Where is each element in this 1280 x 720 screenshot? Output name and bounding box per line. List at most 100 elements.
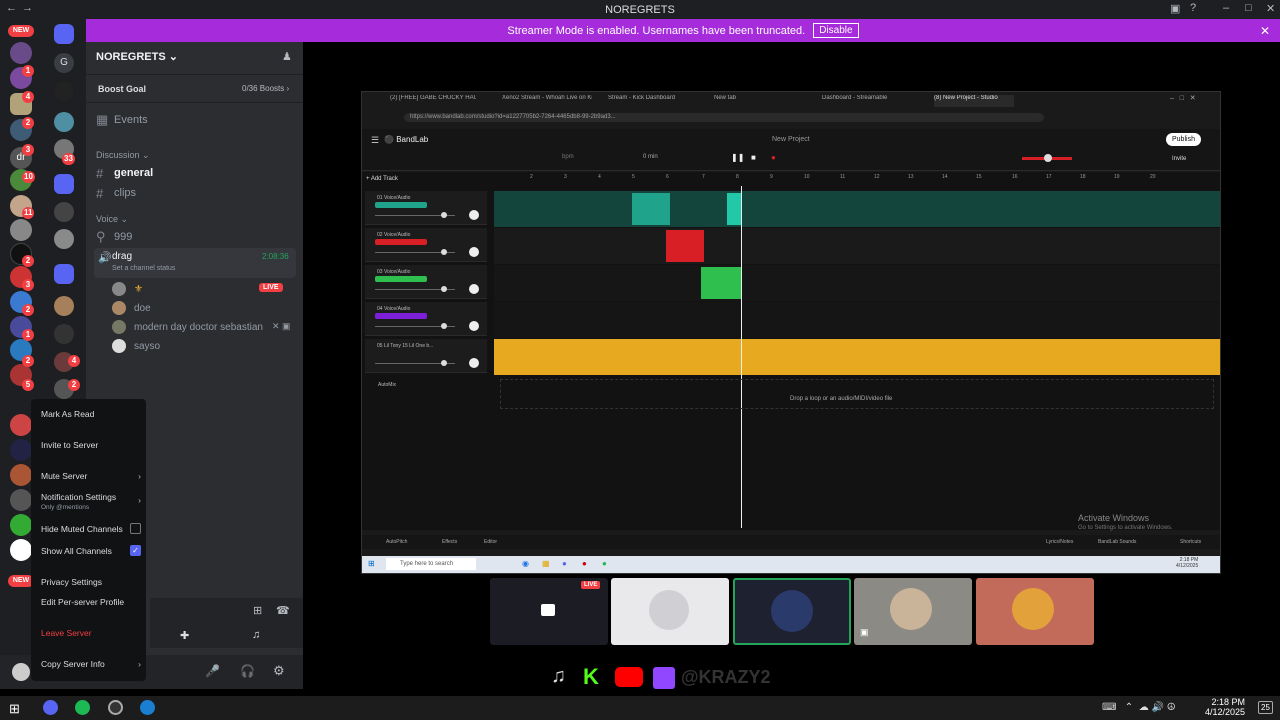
- system-clock[interactable]: 2:18 PM 4/12/2025: [1205, 697, 1245, 717]
- menu-notification-settings[interactable]: Notification Settings Only @mentions ›: [41, 492, 141, 511]
- server-icon[interactable]: [10, 219, 32, 241]
- app-icon[interactable]: ●: [582, 559, 587, 568]
- stop-icon[interactable]: ■: [751, 153, 756, 162]
- channel-status[interactable]: Set a channel status: [112, 265, 175, 272]
- server-icon[interactable]: [54, 112, 74, 132]
- bpm-field[interactable]: bpm: [562, 154, 574, 160]
- audio-waveform-icon[interactable]: ⊞: [253, 604, 262, 617]
- user-tile[interactable]: [611, 578, 729, 645]
- effects-button[interactable]: Effects: [442, 539, 457, 545]
- search-box[interactable]: Type here to search: [386, 558, 476, 570]
- window-controls[interactable]: – □ ✕: [1170, 94, 1196, 102]
- disable-button[interactable]: Disable: [813, 23, 859, 38]
- category-voice[interactable]: Voice ⌄: [96, 214, 128, 225]
- settings-gear-icon[interactable]: ⚙: [273, 663, 285, 679]
- folder-icon[interactable]: [54, 174, 74, 194]
- playhead[interactable]: [741, 186, 742, 528]
- menu-mute[interactable]: Mute Server ›: [41, 471, 141, 481]
- track-header[interactable]: 04 Voice/Audio: [365, 302, 487, 336]
- publish-button[interactable]: Publish: [1166, 133, 1201, 146]
- lyrics-button[interactable]: Lyrics/Notes: [1046, 539, 1073, 545]
- maximize-icon[interactable]: □: [1245, 2, 1252, 14]
- menu-icon[interactable]: ☰: [371, 135, 379, 146]
- windows-start-icon[interactable]: ⊞: [368, 559, 375, 568]
- server-icon[interactable]: [10, 439, 32, 461]
- browser-tab[interactable]: New tab: [714, 95, 774, 107]
- windows-start-icon[interactable]: ⊞: [9, 701, 20, 717]
- microphone-icon[interactable]: 🎤: [205, 664, 220, 678]
- folder-icon[interactable]: ▦: [542, 559, 550, 568]
- events-item[interactable]: ▦ Events: [96, 111, 296, 129]
- server-icon[interactable]: [10, 464, 32, 486]
- menu-hide-muted[interactable]: Hide Muted Channels: [41, 523, 141, 534]
- minimize-icon[interactable]: –: [1223, 2, 1229, 14]
- browser-tab[interactable]: Dashboard - Streamable: [822, 95, 902, 107]
- track-lane-audio[interactable]: [494, 339, 1220, 375]
- menu-copy-info[interactable]: Copy Server Info ›: [41, 659, 141, 669]
- volume-knob[interactable]: [441, 249, 447, 255]
- voice-user[interactable]: sayso: [112, 337, 160, 355]
- server-icon[interactable]: [10, 539, 32, 561]
- server-icon[interactable]: [54, 202, 74, 222]
- server-icon[interactable]: [54, 296, 74, 316]
- channel-clips[interactable]: # clips: [96, 184, 296, 202]
- track-lane[interactable]: [494, 265, 1220, 301]
- pan-knob[interactable]: [469, 321, 479, 331]
- voice-user[interactable]: doe: [112, 299, 151, 317]
- track-header[interactable]: 05 Lil Tony 15 Lil One b...: [365, 339, 487, 373]
- voice-user[interactable]: ⚜: [112, 280, 143, 298]
- user-tile[interactable]: ▣: [854, 578, 972, 645]
- track-header[interactable]: 03 Voice/Audio: [365, 265, 487, 299]
- server-name[interactable]: NOREGRETS ⌄: [96, 50, 178, 63]
- dm-folder-icon[interactable]: [54, 24, 74, 44]
- track-lane[interactable]: [494, 191, 1220, 227]
- menu-show-all[interactable]: Show All Channels ✓: [41, 545, 141, 556]
- browser-tab-active[interactable]: (8) New Project - Studio: [934, 95, 1014, 107]
- add-friend-icon[interactable]: ♟: [282, 50, 292, 63]
- volume-knob[interactable]: [441, 323, 447, 329]
- server-icon[interactable]: [54, 81, 74, 101]
- voice-user[interactable]: modern day doctor sebastian: [112, 318, 263, 336]
- volume-knob[interactable]: [441, 286, 447, 292]
- boost-goal[interactable]: Boost Goal: [98, 84, 146, 94]
- invite-button[interactable]: Invite: [1172, 156, 1186, 162]
- channel-locked[interactable]: ⚲ 999: [96, 228, 296, 246]
- discord-icon[interactable]: ●: [562, 559, 567, 568]
- browser-tab[interactable]: Stream - Kick Dashboard: [608, 95, 688, 107]
- autopitch-button[interactable]: AutoPitch: [386, 539, 407, 545]
- stream-tile[interactable]: LIVE: [490, 578, 608, 645]
- timeline-ruler[interactable]: 2 3 4 5 6 7 8 9 10 11 12 13 14 15 16 17 …: [494, 174, 1220, 186]
- volume-knob[interactable]: [441, 212, 447, 218]
- avatar[interactable]: [12, 663, 30, 681]
- audio-clip[interactable]: [701, 267, 741, 299]
- drop-zone[interactable]: [500, 379, 1214, 409]
- category-discussion[interactable]: Discussion ⌄: [96, 150, 150, 161]
- audio-clip[interactable]: [632, 193, 670, 225]
- browser-tab[interactable]: (2) [FREE] GABE CHUCKY HAUGH: [390, 95, 476, 107]
- menu-leave-server[interactable]: Leave Server: [41, 628, 141, 638]
- discord-taskbar-icon[interactable]: [43, 700, 58, 715]
- menu-privacy[interactable]: Privacy Settings: [41, 577, 141, 587]
- audio-clip[interactable]: [727, 193, 742, 225]
- inbox-icon[interactable]: ▣: [1170, 2, 1180, 15]
- track-lane[interactable]: [494, 228, 1220, 264]
- banner-close-icon[interactable]: ✕: [1260, 24, 1270, 38]
- browser-tab[interactable]: Xeno2 Stream - Whoah Live on Kick: [502, 95, 592, 107]
- server-g[interactable]: G: [54, 53, 74, 73]
- activity-icon[interactable]: ✚: [180, 629, 189, 642]
- soundboard-icon[interactable]: ♫: [252, 629, 260, 641]
- server-icon[interactable]: [10, 42, 32, 64]
- edge-icon[interactable]: ◉: [522, 559, 529, 568]
- server-icon[interactable]: [54, 229, 74, 249]
- editor-button[interactable]: Editor: [484, 539, 497, 545]
- project-title[interactable]: New Project: [772, 136, 810, 143]
- pause-icon[interactable]: ❚❚: [731, 153, 744, 162]
- checkbox-checked-icon[interactable]: ✓: [130, 545, 141, 556]
- folder-icon[interactable]: [54, 264, 74, 284]
- pan-knob[interactable]: [469, 284, 479, 294]
- volume-knob[interactable]: [441, 360, 447, 366]
- back-icon[interactable]: ←: [6, 2, 17, 14]
- server-icon[interactable]: [10, 414, 32, 436]
- pan-knob[interactable]: [469, 247, 479, 257]
- menu-invite[interactable]: Invite to Server: [41, 440, 141, 450]
